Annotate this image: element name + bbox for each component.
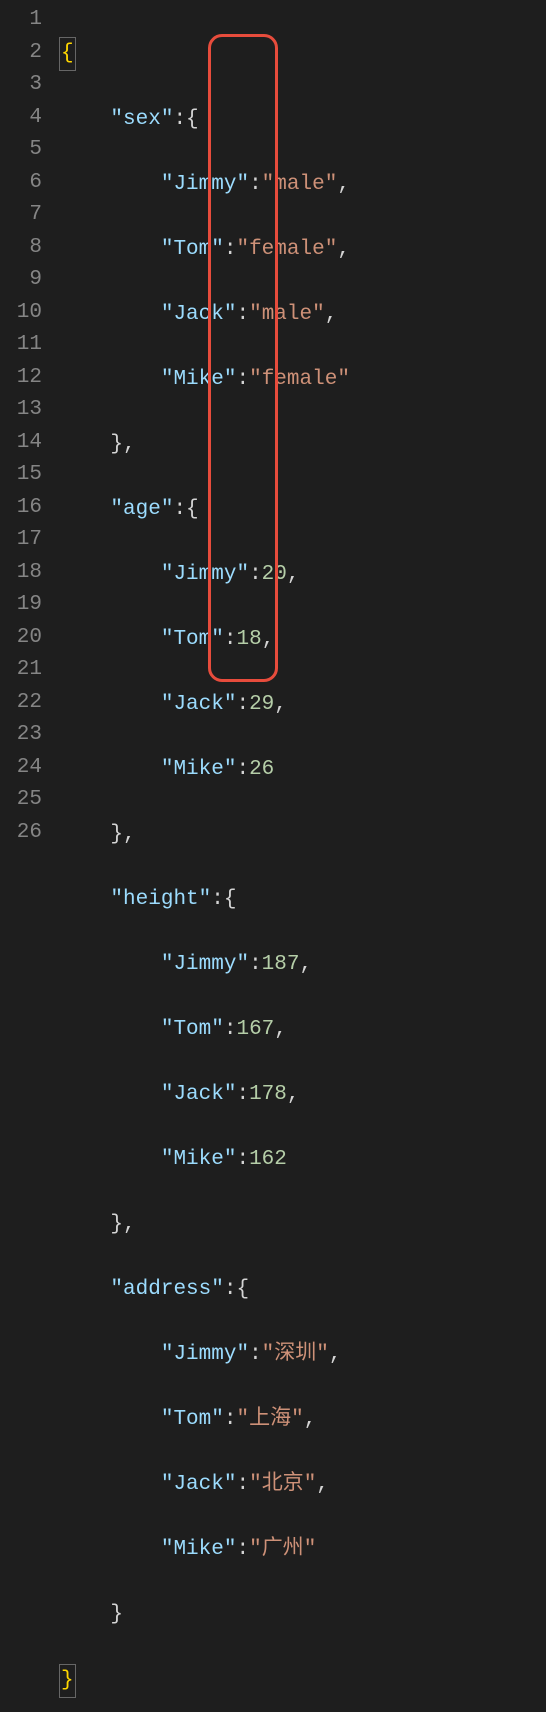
code-line: "Jimmy":187, — [60, 949, 350, 982]
code-line: "address":{ — [60, 1274, 350, 1307]
code-line: "sex":{ — [60, 104, 350, 137]
code-line: }, — [60, 1209, 350, 1242]
line-number: 21 — [10, 654, 42, 687]
code-line: "Jack":178, — [60, 1079, 350, 1112]
code-line: } — [60, 1664, 350, 1699]
code-line: "Tom":167, — [60, 1014, 350, 1047]
code-line: "Jack":29, — [60, 689, 350, 722]
code-line: } — [60, 1599, 350, 1632]
code-editor[interactable]: 1 2 3 4 5 6 7 8 9 10 11 12 13 14 15 16 1… — [0, 0, 546, 856]
line-number: 2 — [10, 37, 42, 70]
line-number: 9 — [10, 264, 42, 297]
code-line: "Jimmy":"male", — [60, 169, 350, 202]
code-line: "Mike":"female" — [60, 364, 350, 397]
code-line: { — [60, 37, 350, 72]
code-line: }, — [60, 429, 350, 462]
code-line: "Mike":162 — [60, 1144, 350, 1177]
line-number: 20 — [10, 622, 42, 655]
code-content[interactable]: { "sex":{ "Jimmy":"male", "Tom":"female"… — [60, 0, 350, 856]
line-number: 17 — [10, 524, 42, 557]
line-number: 23 — [10, 719, 42, 752]
line-number: 1 — [10, 4, 42, 37]
line-number: 24 — [10, 752, 42, 785]
line-number: 13 — [10, 394, 42, 427]
code-line: "Jack":"male", — [60, 299, 350, 332]
line-number: 25 — [10, 784, 42, 817]
line-number-gutter: 1 2 3 4 5 6 7 8 9 10 11 12 13 14 15 16 1… — [0, 0, 60, 856]
code-line: "Jimmy":20, — [60, 559, 350, 592]
line-number: 4 — [10, 102, 42, 135]
code-line: "age":{ — [60, 494, 350, 527]
line-number: 3 — [10, 69, 42, 102]
code-line: "height":{ — [60, 884, 350, 917]
line-number: 11 — [10, 329, 42, 362]
line-number: 5 — [10, 134, 42, 167]
line-number: 22 — [10, 687, 42, 720]
code-line: "Mike":"广州" — [60, 1534, 350, 1567]
line-number: 8 — [10, 232, 42, 265]
line-number: 18 — [10, 557, 42, 590]
line-number: 12 — [10, 362, 42, 395]
code-line: "Tom":18, — [60, 624, 350, 657]
line-number: 6 — [10, 167, 42, 200]
code-line: "Jack":"北京", — [60, 1469, 350, 1502]
line-number: 15 — [10, 459, 42, 492]
code-line: "Tom":"上海", — [60, 1404, 350, 1437]
line-number: 16 — [10, 492, 42, 525]
line-number: 10 — [10, 297, 42, 330]
line-number: 14 — [10, 427, 42, 460]
line-number: 26 — [10, 817, 42, 850]
code-line: "Jimmy":"深圳", — [60, 1339, 350, 1372]
code-line: }, — [60, 819, 350, 852]
line-number: 7 — [10, 199, 42, 232]
code-line: "Tom":"female", — [60, 234, 350, 267]
line-number: 19 — [10, 589, 42, 622]
code-line: "Mike":26 — [60, 754, 350, 787]
